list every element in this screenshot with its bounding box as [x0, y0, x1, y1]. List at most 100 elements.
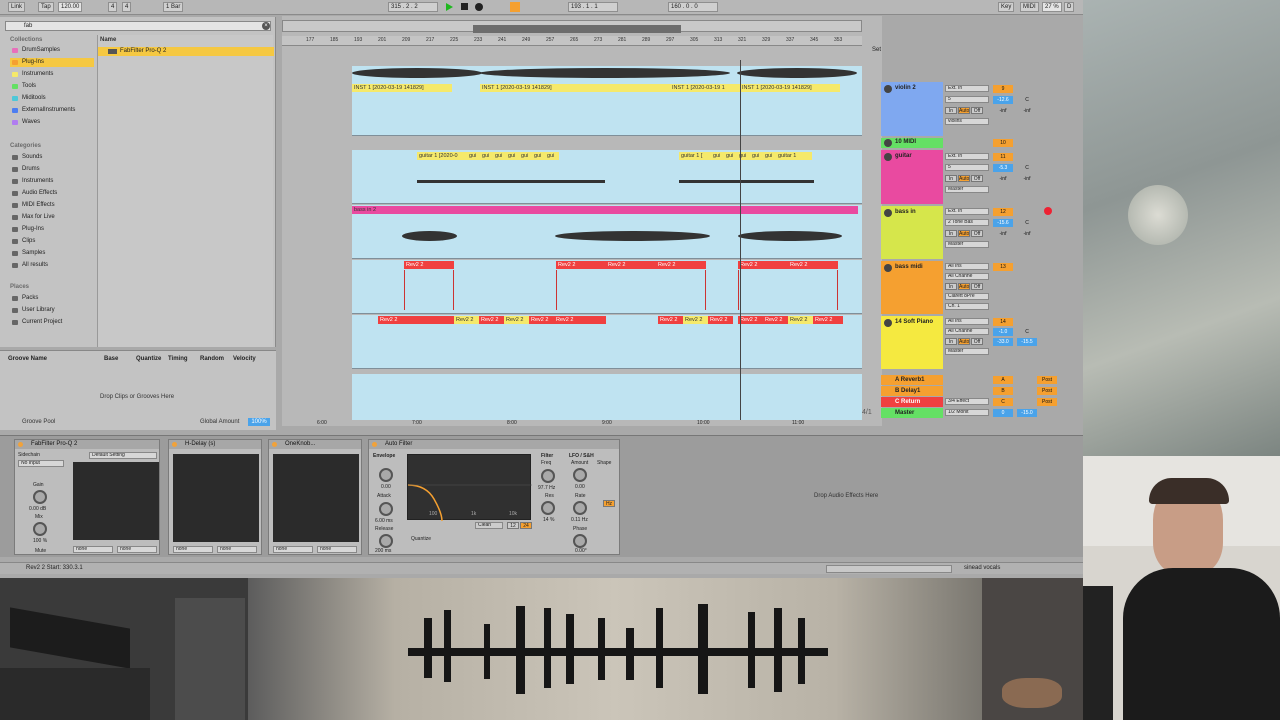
time-signature-numerator[interactable]: 4: [108, 2, 118, 12]
return-letter[interactable]: B: [993, 387, 1013, 395]
audio-clip[interactable]: gui: [467, 152, 480, 160]
output-type[interactable]: Master: [945, 241, 989, 248]
time-signature-denominator[interactable]: 4: [122, 2, 132, 12]
audio-clip[interactable]: gui: [545, 152, 559, 160]
mute-button[interactable]: Mute: [35, 548, 46, 554]
release-knob[interactable]: [379, 534, 393, 548]
plugin-display[interactable]: [173, 454, 259, 542]
midi-clip[interactable]: Rev2 2: [788, 261, 838, 269]
volume-field[interactable]: -15.6: [993, 219, 1013, 227]
monitor-in-button[interactable]: In: [945, 107, 957, 114]
audio-clip[interactable]: gui: [519, 152, 532, 160]
category-item[interactable]: Sounds: [10, 153, 94, 162]
pan-field[interactable]: C: [1017, 328, 1037, 336]
midi-clip[interactable]: Rev2 2: [404, 261, 454, 269]
audio-clip[interactable]: bass in 2: [352, 206, 858, 214]
cue-volume[interactable]: 0: [993, 409, 1013, 417]
midi-clip[interactable]: Rev2 2: [813, 316, 843, 324]
input-type[interactable]: All Ins: [945, 263, 989, 270]
monitor-off-button[interactable]: Off: [971, 175, 983, 182]
freq-knob[interactable]: [541, 469, 555, 483]
sidechain-input[interactable]: No Input: [18, 460, 64, 467]
audio-clip[interactable]: INST 1 [2020-03-19 1: [670, 84, 740, 92]
record-icon[interactable]: [475, 3, 483, 11]
monitor-auto-button[interactable]: Auto: [958, 283, 970, 290]
input-channel[interactable]: All Channe: [945, 273, 989, 280]
return-c[interactable]: C Return: [881, 397, 943, 407]
input-channel[interactable]: All Channe: [945, 328, 989, 335]
global-amount-field[interactable]: 100%: [248, 418, 270, 426]
attack-knob[interactable]: [379, 502, 393, 516]
tap-button[interactable]: Tap: [38, 2, 54, 12]
midi-map-button[interactable]: MIDI: [1020, 2, 1039, 12]
midi-clip[interactable]: Rev2 2: [738, 316, 763, 324]
category-item[interactable]: Drums: [10, 165, 94, 174]
preset-selector[interactable]: Default Setting: [89, 452, 157, 459]
volume-field[interactable]: -1.0: [993, 328, 1013, 336]
midi-clip[interactable]: Rev2 2: [658, 316, 683, 324]
audio-clip[interactable]: gui: [750, 152, 763, 160]
macro-select[interactable]: none: [273, 546, 313, 553]
fold-icon[interactable]: [884, 139, 892, 147]
device-h-delay[interactable]: H-Delay (s) none none: [168, 439, 262, 555]
output-type[interactable]: 3/4 Effect: [945, 398, 989, 405]
category-item[interactable]: Samples: [10, 249, 94, 258]
input-type[interactable]: Ext. In: [945, 85, 989, 92]
input-type[interactable]: Ext. In: [945, 208, 989, 215]
place-item[interactable]: Packs: [10, 294, 94, 303]
bass-midi-lane[interactable]: Rev2 2 Rev2 2 Rev2 2 Rev2 2 Rev2 2 Rev2 …: [352, 260, 862, 314]
fold-icon[interactable]: [884, 85, 892, 93]
return-lanes[interactable]: [352, 374, 862, 420]
collection-item[interactable]: ExternalInstruments: [10, 106, 94, 115]
input-channel[interactable]: 5: [945, 96, 989, 103]
mix-knob[interactable]: [33, 522, 47, 536]
track-number[interactable]: 10: [993, 139, 1013, 147]
output-type[interactable]: Clarett 8Pre: [945, 293, 989, 300]
category-item[interactable]: Instruments: [10, 177, 94, 186]
collection-item[interactable]: Miditools: [10, 94, 94, 103]
audio-clip[interactable]: gui: [532, 152, 545, 160]
track-number[interactable]: 9: [993, 85, 1013, 93]
audio-clip[interactable]: gui: [506, 152, 519, 160]
status-field[interactable]: [826, 565, 952, 573]
fold-icon[interactable]: [884, 264, 892, 272]
device-title[interactable]: Auto Filter: [369, 440, 619, 449]
midi-clip[interactable]: Rev2 2: [529, 316, 554, 324]
category-item[interactable]: All results: [10, 261, 94, 270]
volume-field[interactable]: -12.6: [993, 96, 1013, 104]
device-auto-filter[interactable]: Auto Filter Envelope 0.00 Attack 6.00 ms…: [368, 439, 620, 555]
overview-bar[interactable]: [282, 20, 862, 33]
fold-icon[interactable]: [884, 209, 892, 217]
audio-clip[interactable]: INST 1 [2020-03-19 141829]: [480, 84, 670, 92]
input-channel[interactable]: 2 Tone Bas: [945, 219, 989, 226]
pan-field[interactable]: C: [1017, 164, 1037, 172]
slope-12-button[interactable]: 12: [507, 522, 519, 529]
monitor-off-button[interactable]: Off: [971, 283, 983, 290]
bass-in-lane[interactable]: bass in 2: [352, 205, 862, 259]
close-icon[interactable]: ×: [262, 22, 270, 30]
monitor-in-button[interactable]: In: [945, 175, 957, 182]
audio-clip[interactable]: gui: [711, 152, 724, 160]
res-knob[interactable]: [541, 501, 555, 515]
macro-select[interactable]: none: [173, 546, 213, 553]
fold-icon[interactable]: [884, 153, 892, 161]
midi-clip[interactable]: Rev2 2: [763, 316, 788, 324]
monitor-in-button[interactable]: In: [945, 283, 957, 290]
amount-knob[interactable]: [573, 468, 587, 482]
midi-clip[interactable]: Rev2 2: [554, 316, 606, 324]
track-number[interactable]: 13: [993, 263, 1013, 271]
post-button[interactable]: Post: [1037, 387, 1057, 395]
midi-clip[interactable]: Rev2 2: [738, 261, 788, 269]
device-title[interactable]: H-Delay (s): [169, 440, 261, 449]
midi-clip[interactable]: Rev2 2: [556, 261, 606, 269]
phase-knob[interactable]: [573, 534, 587, 548]
slope-24-button[interactable]: 24: [520, 522, 532, 529]
monitor-auto-button[interactable]: Auto: [958, 338, 970, 345]
fold-icon[interactable]: [884, 319, 892, 327]
category-item[interactable]: Audio Effects: [10, 189, 94, 198]
track-number[interactable]: 14: [993, 318, 1013, 326]
track-violin-2[interactable]: violin 2: [881, 82, 943, 136]
device-title[interactable]: FabFilter Pro-Q 2: [15, 440, 159, 449]
collection-item-selected[interactable]: Plug-Ins: [10, 58, 94, 67]
guitar-lane[interactable]: guitar 1 [2020-0 gui gui gui gui gui gui…: [352, 150, 862, 204]
